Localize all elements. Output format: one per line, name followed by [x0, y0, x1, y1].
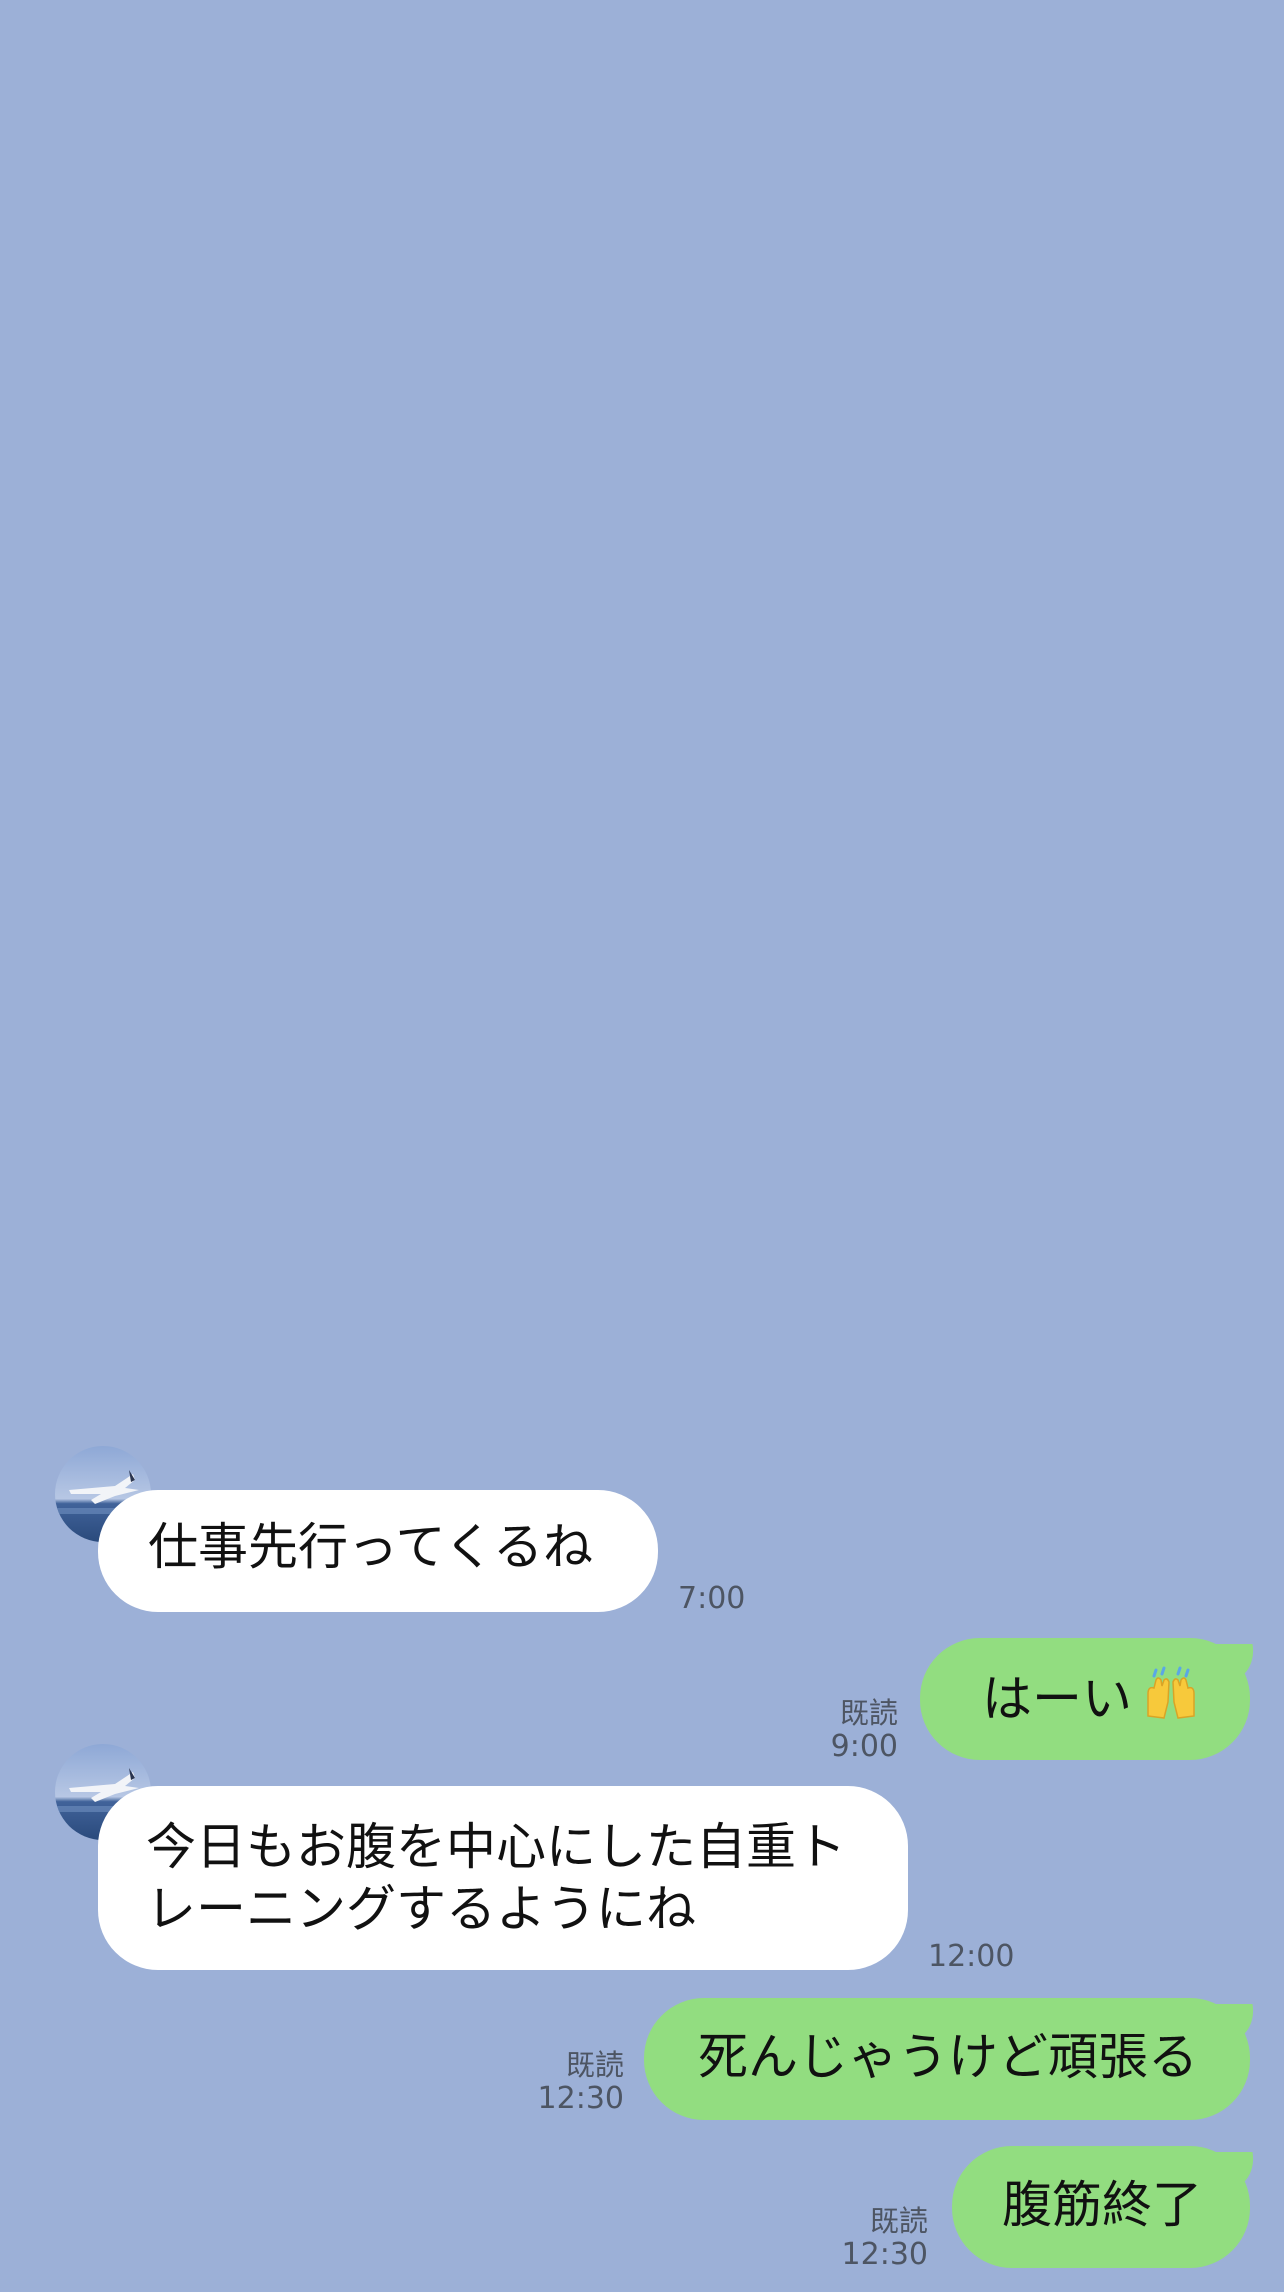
incoming-message-bubble[interactable]: 仕事先行ってくるね [98, 1490, 658, 1612]
message-text-line-2: レーニングするようにね [146, 1880, 696, 1938]
message-timestamp: 7:00 [678, 1581, 746, 1616]
message-text: 死んじゃうけど頑張る [698, 2028, 1198, 2086]
raising-hands-emoji-icon [1147, 1666, 1195, 1719]
outgoing-message-bubble[interactable]: 死んじゃうけど頑張る [644, 1998, 1250, 2120]
message-timestamp: 12:00 [928, 1939, 1015, 1974]
message-read-receipt: 既読 9:00 [831, 1696, 898, 1764]
read-status: 既読 [565, 2048, 624, 2082]
message-timestamp: 12:30 [537, 2081, 624, 2116]
message-text: 腹筋終了 [1002, 2176, 1202, 2234]
message-read-receipt: 既読 12:30 [842, 2204, 928, 2272]
outgoing-message-bubble[interactable]: はーい [920, 1638, 1250, 1760]
incoming-message-bubble[interactable]: 今日もお腹を中心にした自重ト レーニングするようにね [98, 1786, 908, 1970]
message-timestamp: 12:30 [841, 2237, 928, 2272]
message-text-line-1: 今日もお腹を中心にした自重ト [146, 1818, 846, 1876]
message-timestamp: 9:00 [830, 1729, 898, 1764]
chat-message-area[interactable]: 仕事先行ってくるね 7:00 既読 9:00 はーい 今日もお腹を中心にした自重… [0, 0, 1284, 2292]
outgoing-message-bubble[interactable]: 腹筋終了 [952, 2146, 1250, 2268]
read-status: 既読 [869, 2204, 928, 2238]
message-text: 仕事先行ってくるね [148, 1518, 593, 1576]
message-text: はーい [982, 1666, 1250, 1730]
message-read-receipt: 既読 12:30 [538, 2048, 624, 2116]
read-status: 既読 [839, 1696, 898, 1730]
